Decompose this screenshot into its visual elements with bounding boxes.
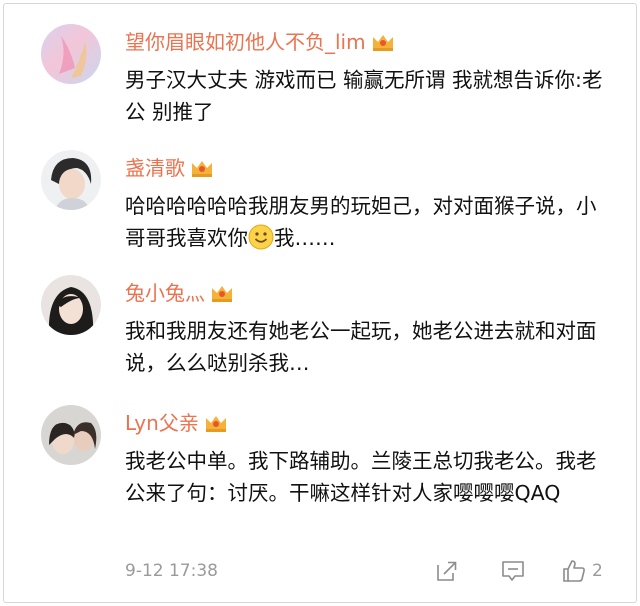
comment-text: 我老公中单。我下路辅助。兰陵王总切我老公。我老公来了句：讨厌。干嘛这样针对人家嘤… bbox=[125, 449, 597, 505]
comment-text: 哈哈哈哈哈哈我朋友男的玩妲己，对对面猴子说，小哥哥我喜欢你 我…… bbox=[125, 194, 597, 250]
comment-text: 男子汉大丈夫 游戏而已 输赢无所谓 我就想告诉你:老公 别推了 bbox=[125, 68, 603, 124]
like-icon[interactable] bbox=[561, 558, 587, 584]
smile-emoji-icon bbox=[248, 224, 274, 250]
comment-text: 我和我朋友还有她老公一起玩，她老公进去就和对面说，么么哒别杀我… bbox=[125, 319, 597, 375]
username[interactable]: 盏清歌 bbox=[125, 156, 214, 180]
avatar[interactable] bbox=[41, 150, 101, 210]
vip-crown-icon bbox=[205, 416, 226, 432]
vip-crown-icon bbox=[212, 286, 232, 302]
comment-panel: 望你眉眼如初他人不负_lim 男子汉大丈夫 游戏而已 输赢无所谓 我就想告诉你:… bbox=[3, 3, 637, 603]
share-icon[interactable] bbox=[434, 558, 460, 584]
vip-crown-icon bbox=[372, 35, 393, 51]
comment-icon[interactable] bbox=[500, 558, 526, 584]
comment-footer: 9-12 17:38 2 bbox=[4, 555, 636, 591]
like-count: 2 bbox=[592, 561, 603, 581]
avatar[interactable] bbox=[41, 24, 101, 84]
avatar[interactable] bbox=[41, 275, 101, 335]
username[interactable]: 望你眉眼如初他人不负_lim bbox=[125, 30, 395, 54]
username[interactable]: Lyn父亲 bbox=[125, 411, 228, 435]
avatar[interactable] bbox=[41, 405, 101, 465]
vip-crown-icon bbox=[192, 161, 212, 177]
timestamp: 9-12 17:38 bbox=[125, 561, 218, 581]
username[interactable]: 兔小兔灬 bbox=[125, 281, 234, 305]
